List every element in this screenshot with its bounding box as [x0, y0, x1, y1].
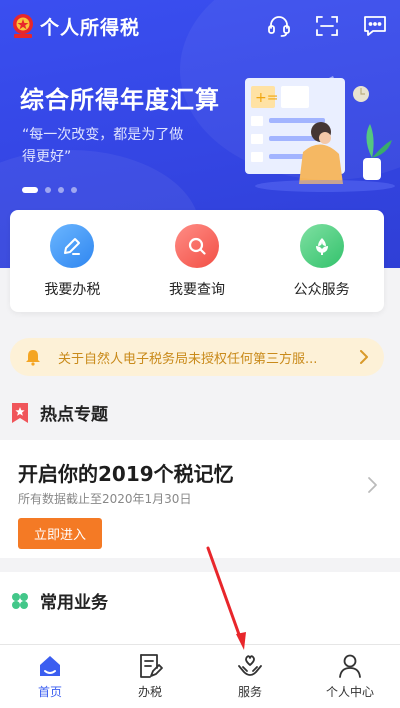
tax-emblem-icon	[13, 14, 33, 38]
svg-text:+=: +=	[255, 90, 278, 106]
hot-topic-subtitle: 所有数据截止至2020年1月30日	[18, 492, 192, 506]
bottom-tab-bar: 首页 办税 服务 个人中心	[0, 644, 400, 708]
top-bar: 个人所得税	[0, 0, 400, 52]
banner-title: 综合所得年度汇算	[20, 86, 220, 114]
headset-icon[interactable]	[266, 13, 292, 39]
carousel-indicator	[22, 187, 77, 193]
carousel-dot	[58, 187, 64, 193]
app-title: 个人所得税	[40, 17, 141, 39]
notice-text: 关于自然人电子税务局未授权任何第三方服...	[58, 351, 318, 367]
carousel-dot-active	[22, 187, 38, 193]
document-icon	[140, 654, 163, 678]
tab-label: 首页	[37, 685, 62, 699]
hot-topics-header: 热点专题	[10, 400, 108, 425]
bell-icon	[26, 350, 40, 366]
quick-action-tax-filing[interactable]: 我要办税	[17, 223, 127, 299]
enter-now-button[interactable]: 立即进入	[18, 518, 102, 549]
chevron-right-icon[interactable]	[366, 476, 378, 494]
user-icon	[339, 654, 361, 678]
section-title: 热点专题	[40, 405, 108, 425]
hot-topic-title: 开启你的2019个税记忆	[18, 462, 234, 486]
tab-label: 办税	[137, 685, 162, 699]
edit-icon	[50, 223, 95, 268]
tab-home[interactable]: 首页	[0, 645, 100, 708]
quick-actions-card: 我要办税 我要查询 公众服务	[10, 210, 384, 312]
quick-action-label: 我要办税	[44, 281, 101, 298]
quick-action-label: 公众服务	[293, 281, 350, 298]
heart-hands-icon	[238, 655, 262, 676]
scan-icon[interactable]	[314, 13, 340, 39]
carousel-dot	[45, 187, 51, 193]
notice-bar[interactable]: 关于自然人电子税务局未授权任何第三方服...	[10, 338, 384, 376]
home-icon	[40, 656, 60, 676]
message-icon[interactable]	[362, 13, 388, 39]
tab-service[interactable]: 服务	[200, 645, 300, 708]
section-title: 常用业务	[40, 593, 108, 613]
quick-action-public-service[interactable]: 公众服务	[267, 223, 377, 299]
tab-label: 个人中心	[325, 685, 374, 699]
quick-action-query[interactable]: 我要查询	[142, 223, 252, 299]
tab-label: 服务	[237, 685, 262, 699]
flower-icon	[299, 223, 344, 268]
bookmark-star-icon	[12, 402, 28, 423]
chevron-right-icon	[360, 350, 368, 364]
tab-profile[interactable]: 个人中心	[300, 645, 400, 708]
banner-quote: “每一次改变，都是为了做得更好”	[22, 127, 184, 165]
magnifier-icon	[174, 223, 219, 268]
common-services-header: 常用业务	[10, 588, 108, 613]
carousel-dot	[71, 187, 77, 193]
tab-tax[interactable]: 办税	[100, 645, 200, 708]
clover-icon	[12, 592, 28, 609]
quick-action-label: 我要查询	[168, 281, 225, 298]
hot-topic-card[interactable]: 开启你的2019个税记忆 所有数据截止至2020年1月30日 立即进入	[0, 440, 400, 558]
banner-illustration: +=	[245, 76, 395, 192]
